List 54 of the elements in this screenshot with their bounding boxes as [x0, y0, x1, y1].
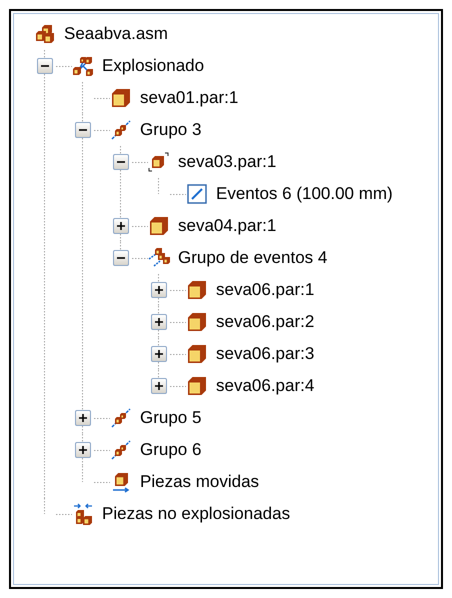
collapse-button[interactable]: [113, 154, 129, 170]
tree-item[interactable]: Piezas no explosionadas: [102, 504, 290, 524]
cube-icon: [148, 215, 170, 237]
tree-item[interactable]: seva04.par:1: [178, 216, 276, 236]
group-icon: [110, 407, 132, 429]
assembly-icon: [34, 23, 56, 45]
explode-icon: [72, 55, 94, 77]
minus-icon: [79, 126, 87, 134]
plus-icon: [117, 222, 125, 230]
group-icon: [110, 119, 132, 141]
plus-icon: [155, 350, 163, 358]
tree-item[interactable]: Piezas movidas: [140, 472, 260, 492]
tree-item[interactable]: Eventos 6 (100.00 mm): [216, 184, 393, 204]
cube-icon: [186, 375, 208, 397]
cube-icon: [186, 311, 208, 333]
expand-button[interactable]: [151, 314, 167, 330]
plus-icon: [155, 318, 163, 326]
expand-button[interactable]: [113, 218, 129, 234]
tree-item[interactable]: Explosionado: [102, 56, 204, 76]
tree-item[interactable]: Seaabva.asm: [64, 24, 168, 44]
expand-button[interactable]: [151, 378, 167, 394]
tree-item[interactable]: seva06.par:2: [216, 312, 314, 332]
tree-item[interactable]: Grupo 5: [140, 408, 202, 428]
minus-icon: [41, 62, 49, 70]
cube-icon: [110, 87, 132, 109]
plus-icon: [155, 382, 163, 390]
tree-item[interactable]: seva06.par:1: [216, 280, 314, 300]
collapse-button[interactable]: [113, 250, 129, 266]
cube-icon: [186, 343, 208, 365]
event-icon: [186, 183, 208, 205]
expand-button[interactable]: [75, 410, 91, 426]
event-group-icon: [148, 247, 170, 269]
minus-icon: [117, 158, 125, 166]
expand-button[interactable]: [75, 442, 91, 458]
cube-icon: [148, 151, 170, 173]
tree-item[interactable]: Grupo 3: [140, 120, 202, 140]
expand-button[interactable]: [151, 346, 167, 362]
minus-icon: [117, 254, 125, 262]
tree-item[interactable]: seva06.par:3: [216, 344, 314, 364]
group-icon: [110, 439, 132, 461]
cube-icon: [186, 279, 208, 301]
tree-item[interactable]: Grupo 6: [140, 440, 202, 460]
plus-icon: [155, 286, 163, 294]
tree-item[interactable]: seva01.par:1: [140, 88, 238, 108]
tree-item[interactable]: seva03.par:1: [178, 152, 276, 172]
plus-icon: [79, 446, 87, 454]
plus-icon: [79, 414, 87, 422]
collapse-button[interactable]: [75, 122, 91, 138]
moved-parts-icon: [110, 471, 132, 493]
expand-button[interactable]: [151, 282, 167, 298]
unexploded-parts-icon: [72, 503, 94, 525]
tree-item[interactable]: seva06.par:4: [216, 376, 314, 396]
tree-item[interactable]: Grupo de eventos 4: [178, 248, 328, 268]
collapse-button[interactable]: [37, 58, 53, 74]
